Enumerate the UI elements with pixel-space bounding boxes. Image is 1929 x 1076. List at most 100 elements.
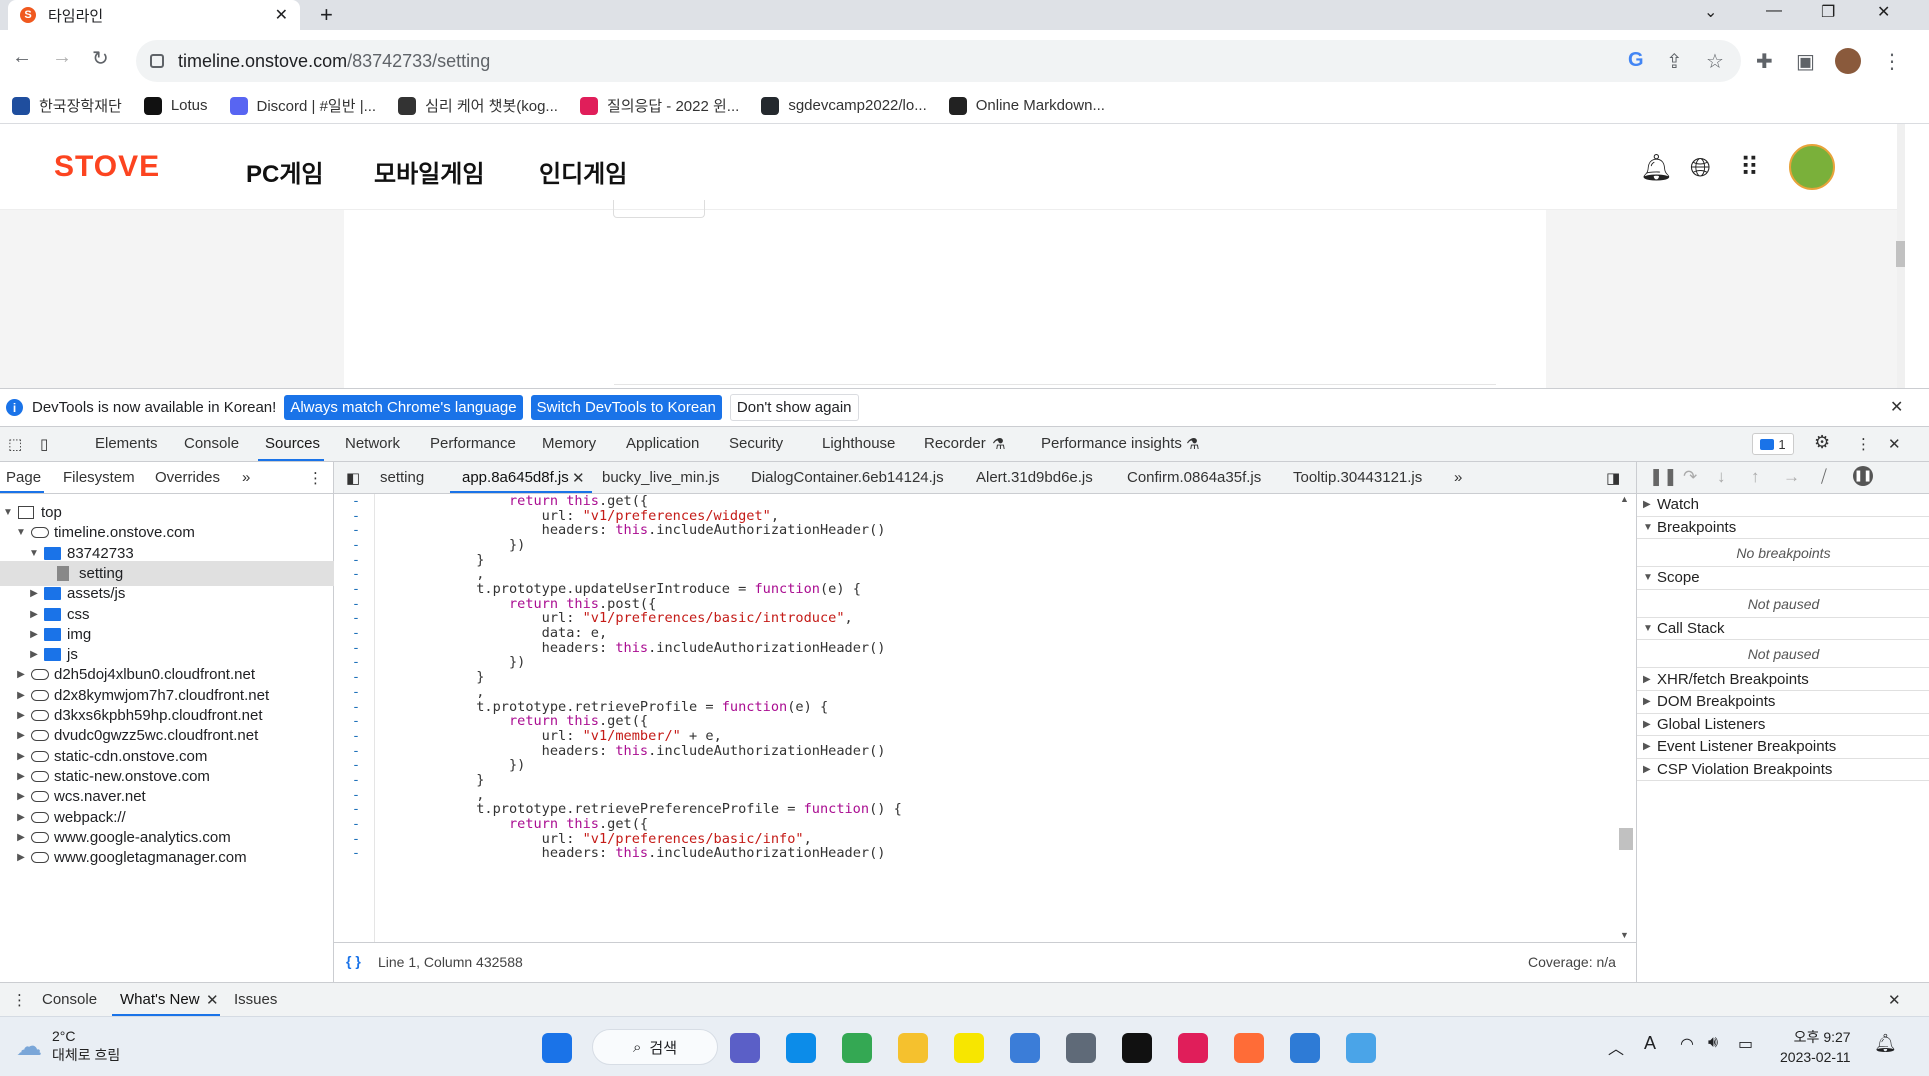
- toggle-debugger-icon[interactable]: ◨: [1606, 469, 1620, 487]
- tab-console[interactable]: Console: [184, 435, 239, 452]
- drawer-tab-issues[interactable]: Issues: [234, 991, 277, 1008]
- browser-tab[interactable]: S 타임라인 ✕: [8, 0, 300, 30]
- tab-performance-insights[interactable]: Performance insights: [1041, 435, 1182, 452]
- slack-icon[interactable]: [1178, 1033, 1208, 1063]
- editor-tab-setting[interactable]: setting: [380, 469, 424, 486]
- tab-security[interactable]: Security: [729, 435, 783, 452]
- forward-icon[interactable]: →: [52, 46, 72, 69]
- tab-sources[interactable]: Sources: [265, 435, 320, 452]
- bookmark-item[interactable]: sgdevcamp2022/lo...: [761, 96, 927, 115]
- kakaotalk-icon[interactable]: [954, 1033, 984, 1063]
- tree-item[interactable]: ▶ www.googletagmanager.com: [0, 845, 334, 870]
- pane-header[interactable]: ▶ Watch: [1637, 494, 1929, 517]
- expand-right-icon[interactable]: ▶: [15, 832, 27, 843]
- settings-gear-icon[interactable]: ⚙: [1814, 432, 1830, 453]
- nav-indie-games[interactable]: 인디게임: [539, 154, 627, 189]
- nav-pc-games[interactable]: PC게임: [246, 154, 324, 189]
- start-icon[interactable]: [542, 1033, 572, 1063]
- expand-right-icon[interactable]: ▶: [15, 852, 27, 863]
- more-editor-tabs-icon[interactable]: »: [1454, 469, 1462, 486]
- weather-widget[interactable]: ☁ 2°C 대체로 흐림: [16, 1027, 120, 1065]
- tab-search-icon[interactable]: ⌄: [1704, 2, 1717, 22]
- close-window-button[interactable]: ✕: [1877, 2, 1890, 22]
- bookmark-item[interactable]: 심리 케어 챗봇(kog...: [398, 95, 558, 116]
- drawer-tab-console[interactable]: Console: [42, 991, 97, 1008]
- tab-application[interactable]: Application: [626, 435, 699, 452]
- expand-right-icon[interactable]: ▶: [15, 751, 27, 762]
- expand-right-icon[interactable]: ▶: [28, 588, 40, 599]
- side-panel-icon[interactable]: ▣: [1796, 49, 1815, 74]
- minimize-button[interactable]: —: [1766, 2, 1782, 20]
- expand-right-icon[interactable]: ▶: [15, 690, 27, 701]
- volume-icon[interactable]: 🔊︎: [1708, 1034, 1718, 1052]
- tab-memory[interactable]: Memory: [542, 435, 596, 452]
- step-into-icon[interactable]: ↓: [1717, 467, 1726, 487]
- teams-icon[interactable]: [730, 1033, 760, 1063]
- close-editor-tab-icon[interactable]: ✕: [572, 469, 585, 487]
- intellij-icon[interactable]: [1122, 1033, 1152, 1063]
- pause-icon[interactable]: ❚❚: [1649, 467, 1678, 487]
- toggle-navigator-icon[interactable]: ◧: [346, 469, 360, 487]
- address-bar[interactable]: timeline.onstove.com/83742733/setting: [136, 40, 1741, 82]
- tab-recorder[interactable]: Recorder: [924, 435, 986, 452]
- bookmark-item[interactable]: 질의응답 - 2022 윈...: [579, 95, 739, 116]
- close-devtools-icon[interactable]: ✕: [1888, 435, 1901, 453]
- extensions-icon[interactable]: ✚: [1756, 49, 1773, 74]
- nav-tab-overrides[interactable]: Overrides: [155, 469, 220, 486]
- battery-icon[interactable]: ▭: [1738, 1034, 1753, 1054]
- pause-on-exceptions-icon[interactable]: ❚❚: [1853, 466, 1873, 486]
- navigator-menu-icon[interactable]: ⋮: [308, 469, 323, 487]
- bookmark-item[interactable]: Discord | #일반 |...: [229, 95, 376, 116]
- paint-icon[interactable]: [1346, 1033, 1376, 1063]
- taskbar-search[interactable]: ⌕ 검색: [592, 1029, 718, 1065]
- editor-scrollbar[interactable]: ▲ ▼: [1616, 494, 1636, 942]
- pane-header[interactable]: ▶ Event Listener Breakpoints: [1637, 736, 1929, 759]
- bookmark-star-icon[interactable]: ☆: [1706, 49, 1724, 74]
- switch-korean-button[interactable]: Switch DevTools to Korean: [530, 395, 722, 420]
- issues-badge[interactable]: 1: [1752, 433, 1794, 455]
- notification-bell-icon[interactable]: 🔔︎: [1874, 1033, 1897, 1054]
- back-icon[interactable]: ←: [12, 46, 32, 69]
- nav-tab-page[interactable]: Page: [6, 469, 41, 486]
- clock[interactable]: 오후 9:27 2023-02-11: [1780, 1027, 1851, 1067]
- infobar-close-icon[interactable]: ✕: [1890, 397, 1903, 417]
- expand-right-icon[interactable]: ▶: [28, 609, 40, 620]
- close-drawer-tab-icon[interactable]: ✕: [206, 991, 219, 1009]
- expand-right-icon[interactable]: ▶: [28, 649, 40, 660]
- bell-icon[interactable]: 🔔︎: [1640, 152, 1673, 183]
- step-out-icon[interactable]: ↑: [1751, 467, 1760, 487]
- tab-lighthouse[interactable]: Lighthouse: [822, 435, 895, 452]
- scroll-up-icon[interactable]: ▲: [1620, 494, 1629, 504]
- globe-icon[interactable]: 🌐︎: [1690, 152, 1711, 184]
- drawer-menu-icon[interactable]: ⋮: [12, 991, 27, 1009]
- google-lens-icon[interactable]: G: [1628, 49, 1644, 72]
- device-toolbar-icon[interactable]: ▯: [40, 435, 48, 453]
- close-tab-icon[interactable]: ✕: [275, 5, 288, 25]
- pane-header[interactable]: ▶ DOM Breakpoints: [1637, 691, 1929, 714]
- tab-elements[interactable]: Elements: [95, 435, 158, 452]
- expand-right-icon[interactable]: ▶: [15, 730, 27, 741]
- pane-header[interactable]: ▼ Scope: [1637, 567, 1929, 590]
- pane-header[interactable]: ▼ Call Stack: [1637, 618, 1929, 641]
- expand-down-icon[interactable]: ▼: [28, 548, 40, 559]
- editor-tab-app-js[interactable]: app.8a645d8f.js: [462, 469, 569, 486]
- tab-performance[interactable]: Performance: [430, 435, 516, 452]
- expand-right-icon[interactable]: ▶: [15, 710, 27, 721]
- deactivate-breakpoints-icon[interactable]: ⧸: [1821, 467, 1827, 487]
- step-icon[interactable]: →: [1783, 467, 1800, 487]
- stove-logo[interactable]: STOVE: [54, 150, 160, 184]
- expand-right-icon[interactable]: ▶: [15, 812, 27, 823]
- code-line[interactable]: - headers: this.includeAuthorizationHead…: [334, 844, 886, 862]
- more-tabs-icon[interactable]: »: [242, 469, 250, 486]
- share-icon[interactable]: ⇪: [1666, 49, 1683, 74]
- step-over-icon[interactable]: ↷: [1683, 467, 1697, 487]
- new-tab-button[interactable]: +: [320, 2, 333, 28]
- postman-icon[interactable]: [1234, 1033, 1264, 1063]
- ime-icon[interactable]: A: [1644, 1033, 1656, 1054]
- menu-dots-icon[interactable]: ⋮: [1882, 49, 1902, 74]
- photos-icon[interactable]: [1290, 1033, 1320, 1063]
- page-scrollbar-thumb[interactable]: [1896, 241, 1905, 267]
- editor-scroll-thumb[interactable]: [1619, 828, 1633, 850]
- expand-right-icon[interactable]: ▶: [15, 669, 27, 680]
- bookmark-item[interactable]: Online Markdown...: [948, 96, 1105, 115]
